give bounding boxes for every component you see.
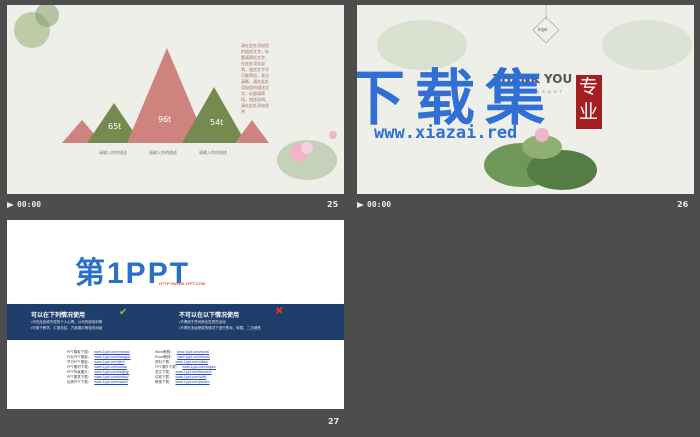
link-url[interactable]: www.1ppt.com/beijing/ xyxy=(94,370,129,374)
link-row[interactable]: 优秀PPT下载： www.1ppt.com/xiazai/ xyxy=(67,380,128,385)
slide-26-time: 00:00 xyxy=(357,200,391,209)
time-label: 00:00 xyxy=(17,200,42,209)
link-label: 优秀PPT下载： xyxy=(67,380,92,384)
link-label: 行业PPT模板： xyxy=(67,355,92,359)
link-url[interactable]: www.1ppt.com/tubiao/ xyxy=(94,375,128,379)
caption-1: 请输入你的描述 xyxy=(99,150,127,155)
slide-25-number: 25 xyxy=(327,200,339,209)
check-icon: ✔ xyxy=(119,307,128,318)
slide-27-number: 27 xyxy=(328,417,340,426)
link-label: 教案下载： xyxy=(155,380,173,384)
link-url[interactable]: www.1ppt.com/xiazai/ xyxy=(94,380,128,384)
link-url[interactable]: www.1ppt.com/fanwen/ xyxy=(176,370,212,374)
slide-25-time: 00:00 xyxy=(7,200,41,209)
brand-url: HTTP://WWW.1PPT.COM xyxy=(159,281,206,286)
slide-26-number: 26 xyxy=(677,200,689,209)
triangle-value-1: 65t xyxy=(108,122,122,131)
triangle-value-2: 96t xyxy=(158,115,172,124)
link-url[interactable]: www.1ppt.com/moban/ xyxy=(94,350,129,354)
seal-text: 专业 xyxy=(579,76,599,123)
logo-label: logo xyxy=(538,27,548,33)
play-icon xyxy=(7,201,14,208)
link-label: PPT素材下载： xyxy=(67,365,92,369)
link-label: PPT背景图片： xyxy=(67,370,92,374)
can-use-title: 可以在下列情况使用 xyxy=(31,313,86,319)
link-row[interactable]: 教案下载： www.1ppt.com/jiaoan/ xyxy=(155,380,210,385)
caption-2: 请输入你的描述 xyxy=(149,150,177,155)
link-url[interactable]: www.1ppt.com/jieri/ xyxy=(94,360,124,364)
link-url[interactable]: www.1ppt.com/sucai/ xyxy=(94,365,127,369)
link-label: 节日PPT模板： xyxy=(67,360,92,364)
link-url[interactable]: www.1ppt.com/excel/ xyxy=(177,355,210,359)
link-label: 资料下载： xyxy=(155,360,173,364)
cross-icon: ✖ xyxy=(275,306,284,317)
cannot-use-item-2: •不得在未经授权的情况下进行售卖、转载、二次销售 xyxy=(179,326,261,330)
caption-3: 请输入你的描述 xyxy=(199,150,227,155)
link-label: Excel教程： xyxy=(155,355,175,359)
link-label: PPT模板下载： xyxy=(67,350,92,354)
link-url[interactable]: www.1ppt.com/word/ xyxy=(177,350,209,354)
link-url[interactable]: www.1ppt.com/hangye/ xyxy=(94,355,130,359)
cannot-use-title: 不可以在以下情况使用 xyxy=(179,313,240,319)
time-label: 00:00 xyxy=(367,200,392,209)
link-label: Word教程： xyxy=(155,350,174,354)
watermark-url: www.xiazai.red xyxy=(374,123,518,143)
link-url[interactable]: www.1ppt.com/kejian/ xyxy=(182,365,216,369)
play-icon xyxy=(357,201,364,208)
cannot-use-item-1: •不得用于任何商业性质的活动 xyxy=(179,320,226,324)
can-use-item-2: •可用于教学，汇报总结，方案展示等相关用途 xyxy=(31,326,103,330)
link-label: PPT课件下载： xyxy=(155,365,180,369)
slide-thumbnail-26[interactable]: logo THANK YOU NIGHT HEART 专业 下载集 www.xi… xyxy=(357,5,694,194)
link-label: PPT图表下载： xyxy=(67,375,92,379)
link-url[interactable]: www.1ppt.com/shiti/ xyxy=(176,375,207,379)
link-url[interactable]: www.1ppt.com/ziliao/ xyxy=(176,360,209,364)
link-label: 试卷下载： xyxy=(155,375,173,379)
side-description: 请在此处添加您的描述文字，标题请简短文字，在此处添加说明，描述文字尽可能简短，表… xyxy=(241,43,269,114)
slide-thumbnail-25[interactable]: 65t 96t 54t 请输入你的描述 请输入你的描述 请输入你的描述 请在此处… xyxy=(7,5,344,194)
triangle-chart xyxy=(62,48,269,143)
link-url[interactable]: www.1ppt.com/jiaoan/ xyxy=(176,380,210,384)
triangle-value-3: 54t xyxy=(210,118,224,127)
link-label: 范文下载： xyxy=(155,370,173,374)
can-use-item-1: •可在此处填写您的个人心得，公司内部培训等 xyxy=(31,320,103,324)
slide-thumbnail-27[interactable]: 第1PPT HTTP://WWW.1PPT.COM 可以在下列情况使用 ✔ •可… xyxy=(7,220,344,409)
